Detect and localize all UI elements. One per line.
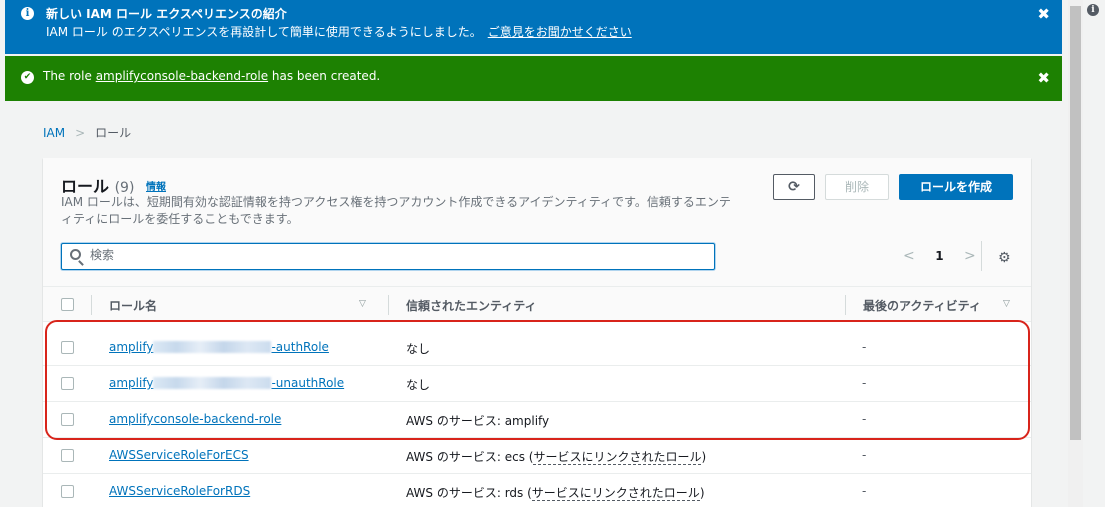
row-checkbox[interactable] [61, 485, 74, 498]
column-header-last-activity[interactable]: 最後のアクティビティ [863, 297, 981, 314]
row-checkbox[interactable] [61, 341, 74, 354]
trusted-entity: AWS のサービス: ecs (サービスにリンクされたロール) [406, 448, 706, 465]
role-name-link[interactable]: AWSServiceRoleForECS [109, 448, 249, 462]
role-name-suffix: -unauthRole [271, 376, 345, 390]
close-icon[interactable]: ✖ [1037, 71, 1050, 86]
service-linked-role-tooltip[interactable]: サービスにリンクされたロール [533, 450, 702, 465]
create-role-button[interactable]: ロールを作成 [899, 174, 1013, 200]
role-name-link[interactable]: AWSServiceRoleForRDS [109, 484, 250, 498]
info-banner-text: IAM ロール のエクスペリエンスを再設計して簡単に使用できるようにしました。 [46, 25, 482, 39]
last-activity: - [862, 376, 867, 390]
role-name-prefix: amplify [109, 376, 154, 390]
info-banner-description: IAM ロール のエクスペリエンスを再設計して簡単に使用できるようにしました。ご… [46, 23, 632, 40]
trusted-entity: なし [406, 378, 431, 392]
role-name-suffix: -authRole [271, 340, 329, 354]
success-banner: ✔ The role amplifyconsole-backend-role h… [5, 56, 1062, 101]
trusted-entity: なし [406, 342, 431, 356]
row-checkbox[interactable] [61, 377, 74, 390]
roles-panel: ロール (9) 情報 IAM ロールは、短期間有効な認証情報を持つアクセス権を持… [43, 158, 1031, 507]
trusted-entity-text: AWS のサービス: rds ( [406, 486, 532, 500]
gear-icon[interactable]: ⚙ [998, 250, 1011, 266]
check-icon: ✔ [21, 71, 34, 84]
service-linked-role-tooltip[interactable]: サービスにリンクされたロール [531, 486, 700, 501]
select-all-checkbox[interactable] [61, 298, 74, 311]
redacted-text [153, 341, 272, 353]
breadcrumb-current: ロール [95, 126, 132, 140]
column-header-role-name[interactable]: ロール名 [109, 297, 157, 314]
divider [981, 241, 982, 271]
panel-description: IAM ロールは、短期間有効な認証情報を持つアクセス権を持つアカウント作成できる… [61, 195, 731, 226]
table-row[interactable]: AWSServiceRoleForRDS AWS のサービス: rds (サービ… [43, 474, 1031, 507]
feedback-link[interactable]: ご意見をお聞かせください [488, 25, 632, 39]
role-name-link[interactable]: amplify -authRole [109, 340, 329, 354]
row-checkbox[interactable] [61, 449, 74, 462]
table-row[interactable]: amplifyconsole-backend-role AWS のサービス: a… [43, 402, 1031, 438]
column-divider [388, 295, 389, 315]
trusted-entity-text: AWS のサービス: ecs ( [406, 450, 534, 464]
sort-down-icon[interactable]: ▽ [359, 299, 366, 309]
row-checkbox[interactable] [61, 413, 74, 426]
table-header: ロール名 ▽ 信頼されたエンティティ 最後のアクティビティ ▽ [43, 286, 1031, 322]
success-message: The role amplifyconsole-backend-role has… [43, 69, 380, 83]
chevron-right-icon[interactable]: > [964, 248, 976, 264]
column-header-trusted-entity[interactable]: 信頼されたエンティティ [406, 297, 537, 314]
info-icon: i [21, 7, 34, 20]
chevron-right-icon: > [75, 126, 86, 140]
last-activity: - [862, 484, 867, 498]
sort-down-icon[interactable]: ▽ [1003, 299, 1010, 309]
last-activity: - [862, 340, 867, 354]
chevron-left-icon[interactable]: < [903, 248, 915, 264]
column-divider [91, 295, 92, 315]
trusted-entity: AWS のサービス: amplify [406, 414, 550, 428]
info-link[interactable]: 情報 [146, 182, 166, 193]
success-prefix: The role [43, 69, 96, 83]
scrollbar[interactable] [1068, 0, 1083, 507]
success-suffix: has been created. [268, 69, 381, 83]
trusted-entity-close: ) [701, 450, 707, 464]
breadcrumb: IAM > ロール [43, 124, 131, 141]
role-name-link[interactable]: amplify -unauthRole [109, 376, 344, 390]
search-input[interactable] [90, 248, 690, 262]
trusted-entity: AWS のサービス: rds (サービスにリンクされたロール) [406, 484, 705, 501]
trusted-entity-close: ) [699, 486, 705, 500]
pagination: < 1 > [903, 248, 976, 264]
created-role-link[interactable]: amplifyconsole-backend-role [96, 69, 268, 83]
role-name-link[interactable]: amplifyconsole-backend-role [109, 412, 281, 426]
search-icon [70, 249, 81, 260]
info-banner: i 新しい IAM ロール エクスペリエンスの紹介 IAM ロール のエクスペリ… [5, 0, 1062, 54]
scrollbar-thumb[interactable] [1070, 6, 1081, 440]
delete-button[interactable]: 削除 [825, 174, 889, 200]
table-row[interactable]: amplify -unauthRole なし - [43, 366, 1031, 402]
redacted-text [153, 377, 272, 389]
close-icon[interactable]: ✖ [1037, 7, 1050, 22]
role-name-prefix: amplify [109, 340, 154, 354]
breadcrumb-iam[interactable]: IAM [43, 126, 65, 140]
info-banner-title: 新しい IAM ロール エクスペリエンスの紹介 [46, 7, 287, 21]
table-row[interactable]: AWSServiceRoleForECS AWS のサービス: ecs (サービ… [43, 438, 1031, 474]
column-divider [845, 295, 846, 315]
info-icon[interactable]: i [1087, 4, 1099, 16]
page-number[interactable]: 1 [935, 249, 943, 263]
panel-header: ロール (9) 情報 IAM ロールは、短期間有効な認証情報を持つアクセス権を持… [43, 158, 1031, 286]
refresh-button[interactable]: ⟳ [773, 174, 815, 200]
last-activity: - [862, 448, 867, 462]
search-field[interactable] [61, 243, 715, 270]
table-row[interactable]: amplify -authRole なし - [43, 330, 1031, 366]
last-activity: - [862, 412, 867, 426]
